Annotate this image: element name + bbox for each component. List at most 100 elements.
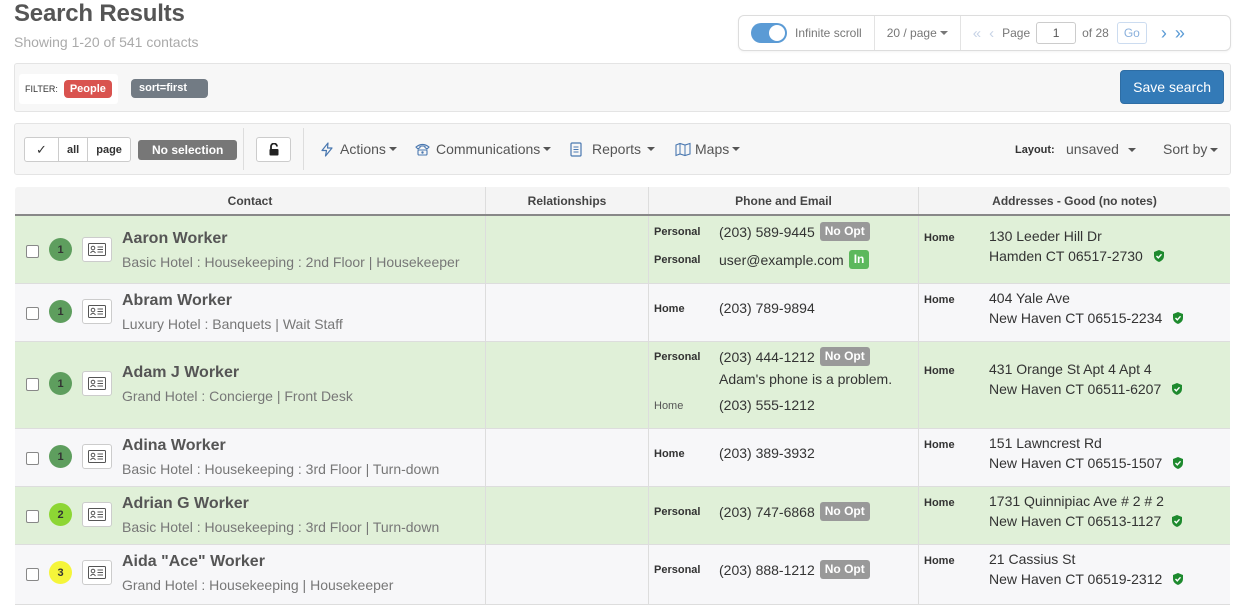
phone-type: Personal bbox=[654, 226, 701, 238]
phone-number: (203) 888-1212 bbox=[719, 561, 815, 578]
row-checkbox[interactable] bbox=[26, 378, 39, 391]
contact-name[interactable]: Aida "Ace" Worker bbox=[122, 553, 265, 571]
contact-name[interactable]: Abram Worker bbox=[122, 292, 232, 310]
contact-card-icon[interactable] bbox=[82, 560, 112, 585]
reports-menu[interactable]: Reports bbox=[570, 139, 656, 159]
relationships-cell bbox=[486, 342, 649, 428]
save-search-button[interactable]: Save search bbox=[1120, 70, 1224, 104]
maps-menu[interactable]: Maps bbox=[675, 139, 741, 159]
address-line-1[interactable]: 404 Yale Ave bbox=[989, 290, 1070, 306]
divider bbox=[243, 128, 244, 170]
toggle-switch[interactable] bbox=[751, 23, 787, 43]
column-header-addresses[interactable]: Addresses - Good (no notes) bbox=[919, 187, 1230, 214]
address-line-1[interactable]: 21 Cassius St bbox=[989, 551, 1075, 567]
map-icon bbox=[675, 142, 691, 157]
table-header: Contact Relationships Phone and Email Ad… bbox=[15, 187, 1230, 216]
select-all-button[interactable]: all bbox=[59, 138, 89, 161]
row-checkbox[interactable] bbox=[26, 452, 39, 465]
pager: Infinite scroll 20 / page « ‹ Page of 28… bbox=[738, 15, 1231, 51]
contact-name[interactable]: Aaron Worker bbox=[122, 230, 228, 248]
address-city: New Haven CT 06511-6207 bbox=[989, 381, 1162, 397]
filter-bar: FILTER: People sort=first Save search bbox=[14, 63, 1231, 112]
address-line-1[interactable]: 431 Orange St Apt 4 Apt 4 bbox=[989, 361, 1152, 377]
table-row[interactable]: 3 Aida "Ace" Worker Grand Hotel : Housek… bbox=[15, 545, 1230, 605]
table-row[interactable]: 1 Abram Worker Luxury Hotel : Banquets |… bbox=[15, 284, 1230, 342]
phone-value[interactable]: (203) 888-1212 No Opt bbox=[719, 560, 870, 579]
chevron-right-icon[interactable]: › bbox=[1161, 23, 1167, 44]
address-city: New Haven CT 06515-1507 bbox=[989, 455, 1163, 471]
layout-dropdown[interactable]: unsaved bbox=[1066, 141, 1136, 157]
email-address: user@example.com bbox=[719, 251, 844, 268]
double-chevron-left-icon[interactable]: « bbox=[973, 25, 981, 42]
sort-by-dropdown[interactable]: Sort by bbox=[1163, 141, 1219, 157]
address-line-2[interactable]: New Haven CT 06511-6207 bbox=[989, 381, 1183, 397]
row-checkbox[interactable] bbox=[26, 307, 39, 320]
address-cell: Home 404 Yale Ave New Haven CT 06515-223… bbox=[919, 284, 1230, 341]
address-type: Home bbox=[924, 232, 955, 244]
email-value[interactable]: user@example.com In bbox=[719, 250, 870, 269]
phone-value[interactable]: (203) 389-3932 bbox=[719, 445, 815, 461]
caret-down-icon bbox=[388, 147, 397, 151]
phone-type: Home bbox=[654, 448, 685, 460]
per-page-dropdown[interactable]: 20 / page bbox=[875, 16, 961, 50]
select-page-button[interactable]: page bbox=[88, 138, 130, 161]
address-line-1[interactable]: 130 Leeder Hill Dr bbox=[989, 228, 1102, 244]
address-line-2[interactable]: Hamden CT 06517-2730 bbox=[989, 248, 1165, 264]
contact-position: Grand Hotel : Concierge | Front Desk bbox=[122, 388, 353, 404]
filter-tag-people[interactable]: People bbox=[63, 80, 112, 98]
contact-name[interactable]: Adam J Worker bbox=[122, 364, 239, 382]
address-line-1[interactable]: 151 Lawncrest Rd bbox=[989, 435, 1102, 451]
caret-down-icon bbox=[939, 31, 948, 35]
contact-card-icon[interactable] bbox=[82, 237, 112, 262]
row-checkbox[interactable] bbox=[26, 245, 39, 258]
address-line-2[interactable]: New Haven CT 06515-2234 bbox=[989, 310, 1184, 326]
page-number-input[interactable] bbox=[1036, 22, 1077, 44]
phone-value[interactable]: (203) 589-9445 No Opt bbox=[719, 222, 870, 241]
communications-menu[interactable]: Communications bbox=[415, 139, 552, 159]
phone-value[interactable]: (203) 555-1212 bbox=[719, 397, 815, 413]
go-button[interactable]: Go bbox=[1116, 22, 1147, 44]
chevron-left-icon[interactable]: ‹ bbox=[989, 25, 994, 42]
address-type: Home bbox=[924, 294, 955, 306]
address-line-1[interactable]: 1731 Quinnipiac Ave # 2 # 2 bbox=[989, 493, 1164, 509]
table-row[interactable]: 1 Adina Worker Basic Hotel : Housekeepin… bbox=[15, 429, 1230, 487]
caret-down-icon bbox=[732, 147, 741, 151]
contact-card-icon[interactable] bbox=[82, 299, 112, 324]
contact-card-icon[interactable] bbox=[82, 444, 112, 469]
priority-badge: 3 bbox=[49, 561, 72, 584]
address-cell: Home 151 Lawncrest Rd New Haven CT 06515… bbox=[919, 429, 1230, 486]
phone-type: Personal bbox=[654, 351, 701, 363]
relationships-cell bbox=[486, 545, 649, 604]
column-header-phone-email[interactable]: Phone and Email bbox=[649, 187, 919, 214]
selection-group: ✓ all page bbox=[24, 137, 131, 162]
contact-name[interactable]: Adina Worker bbox=[122, 437, 226, 455]
phone-value[interactable]: (203) 747-6868 No Opt bbox=[719, 502, 870, 521]
actions-menu[interactable]: Actions bbox=[320, 139, 397, 159]
table-row[interactable]: 2 Adrian G Worker Basic Hotel : Housekee… bbox=[15, 487, 1230, 545]
table-row[interactable]: 1 Aaron Worker Basic Hotel : Housekeepin… bbox=[15, 216, 1230, 284]
phone-value[interactable]: (203) 444-1212 No Opt bbox=[719, 347, 870, 366]
address-city: Hamden CT 06517-2730 bbox=[989, 248, 1143, 264]
select-check-button[interactable]: ✓ bbox=[25, 138, 59, 161]
sort-tag[interactable]: sort=first bbox=[131, 79, 208, 98]
contact-card-icon[interactable] bbox=[82, 502, 112, 527]
address-line-2[interactable]: New Haven CT 06519-2312 bbox=[989, 571, 1184, 587]
row-checkbox[interactable] bbox=[26, 510, 39, 523]
address-line-2[interactable]: New Haven CT 06513-1127 bbox=[989, 513, 1183, 529]
lock-button[interactable] bbox=[256, 137, 291, 162]
column-header-relationships[interactable]: Relationships bbox=[486, 187, 649, 214]
opt-status-badge: No Opt bbox=[819, 502, 870, 521]
address-line-2[interactable]: New Haven CT 06515-1507 bbox=[989, 455, 1184, 471]
layout-value: unsaved bbox=[1066, 141, 1119, 157]
page-navigation: « ‹ Page of 28 Go › » bbox=[961, 16, 1197, 50]
contact-name[interactable]: Adrian G Worker bbox=[122, 495, 249, 513]
row-checkbox[interactable] bbox=[26, 568, 39, 581]
contact-card-icon[interactable] bbox=[82, 371, 112, 396]
double-chevron-right-icon[interactable]: » bbox=[1175, 23, 1185, 44]
opt-status-badge: No Opt bbox=[819, 560, 870, 579]
column-header-contact[interactable]: Contact bbox=[15, 187, 486, 214]
contact-position: Grand Hotel : Housekeeping | Housekeeper bbox=[122, 577, 394, 593]
table-row[interactable]: 1 Adam J Worker Grand Hotel : Concierge … bbox=[15, 342, 1230, 429]
infinite-scroll-toggle[interactable]: Infinite scroll bbox=[739, 16, 875, 50]
phone-value[interactable]: (203) 789-9894 bbox=[719, 300, 815, 316]
